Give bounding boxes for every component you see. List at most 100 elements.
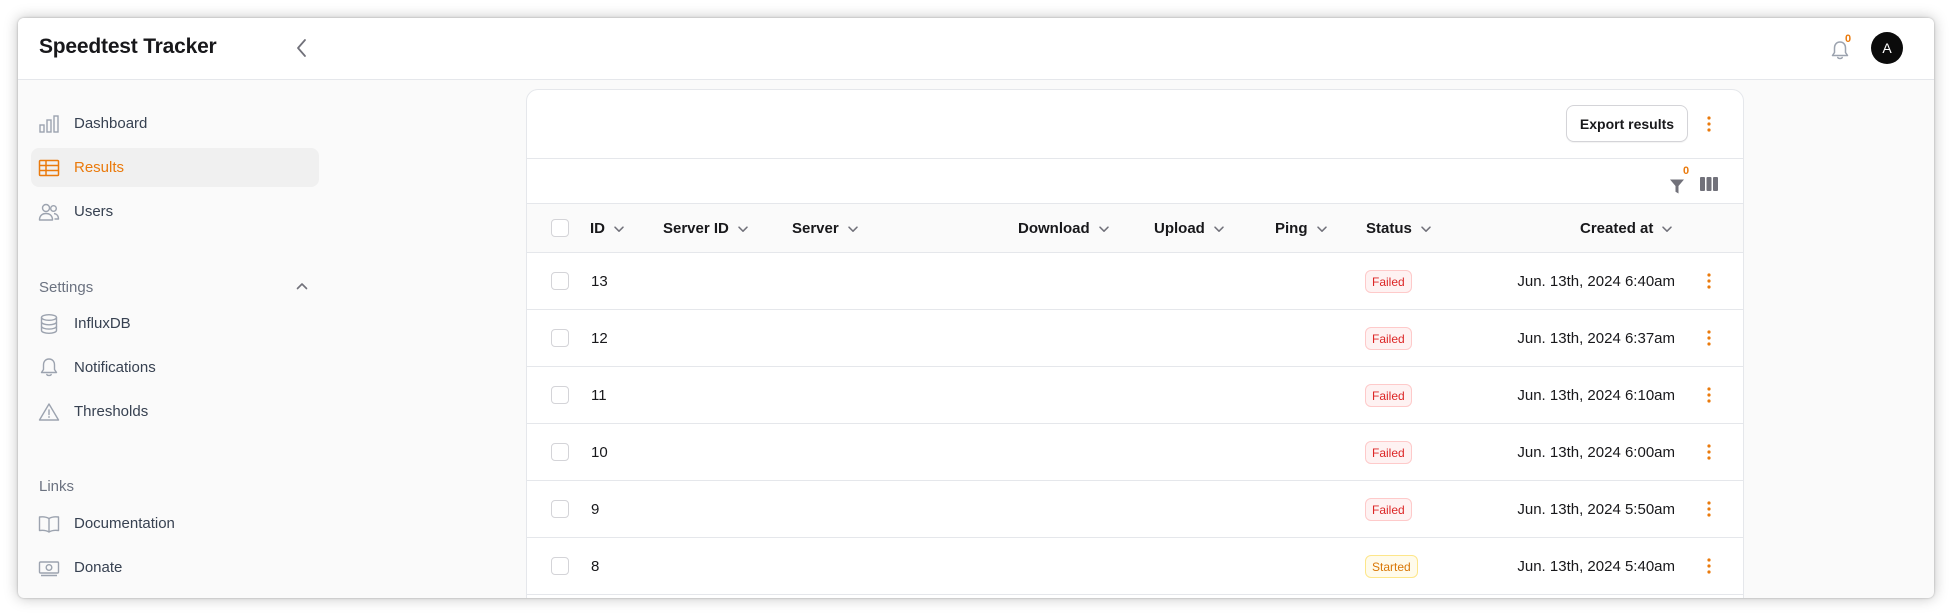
toggle-columns-button[interactable] <box>1699 175 1721 195</box>
chevron-down-icon <box>847 223 859 235</box>
sidebar-item-label: Results <box>74 159 125 176</box>
sidebar-item-label: Documentation <box>74 515 175 532</box>
row-actions-button[interactable] <box>1697 267 1721 295</box>
sidebar-item-influxdb[interactable]: InfluxDB <box>31 304 319 343</box>
cell-id: 13 <box>591 272 608 290</box>
table-row[interactable]: 9 Failed Jun. 13th, 2024 5:50am <box>527 481 1743 538</box>
top-bar: Speedtest Tracker 0 A <box>18 18 1934 80</box>
settings-group-header[interactable]: Settings <box>39 275 319 299</box>
more-vertical-icon <box>1707 444 1711 460</box>
database-icon <box>38 313 60 335</box>
cell-id: 10 <box>591 443 608 461</box>
filter-button[interactable]: 0 <box>1663 165 1693 199</box>
sidebar-item-documentation[interactable]: Documentation <box>31 504 319 543</box>
column-header-id[interactable]: ID <box>590 204 625 253</box>
table-row[interactable]: 10 Failed Jun. 13th, 2024 6:00am <box>527 424 1743 481</box>
table-header-row: ID Server ID Server Download Upload Ping <box>527 204 1743 253</box>
columns-icon <box>1700 177 1718 191</box>
row-checkbox[interactable] <box>551 329 569 347</box>
status-badge: Failed <box>1365 327 1412 350</box>
status-badge: Started <box>1365 555 1418 578</box>
sidebar-item-label: Donate <box>74 559 123 576</box>
cell-created-at: Jun. 13th, 2024 6:10am <box>1517 386 1675 404</box>
cell-created-at: Jun. 13th, 2024 6:40am <box>1517 272 1675 290</box>
warning-icon <box>38 401 60 423</box>
status-badge: Failed <box>1365 498 1412 521</box>
status-badge: Failed <box>1365 384 1412 407</box>
status-badge: Failed <box>1365 441 1412 464</box>
more-actions-button[interactable] <box>1697 110 1721 138</box>
chevron-down-icon <box>1316 223 1328 235</box>
chevron-down-icon <box>1420 223 1432 235</box>
table-header-actions: Export results <box>527 90 1743 159</box>
notifications-button[interactable]: 0 <box>1826 33 1856 65</box>
row-actions-button[interactable] <box>1697 381 1721 409</box>
table-row[interactable]: 8 Started Jun. 13th, 2024 5:40am <box>527 538 1743 595</box>
row-checkbox[interactable] <box>551 557 569 575</box>
more-vertical-icon <box>1707 387 1711 403</box>
sidebar-item-thresholds[interactable]: Thresholds <box>31 392 319 431</box>
table-toolbar: 0 <box>527 159 1743 204</box>
results-table-panel: Export results 0 ID Server ID Server Dow… <box>526 89 1744 598</box>
cell-id: 9 <box>591 500 600 518</box>
sidebar-item-dashboard[interactable]: Dashboard <box>31 104 319 143</box>
row-checkbox[interactable] <box>551 443 569 461</box>
chevron-up-icon[interactable] <box>295 279 309 297</box>
row-actions-button[interactable] <box>1697 495 1721 523</box>
sidebar-item-donate[interactable]: Donate <box>31 548 319 587</box>
sidebar-item-results[interactable]: Results <box>31 148 319 187</box>
sidebar-item-notifications[interactable]: Notifications <box>31 348 319 387</box>
row-actions-button[interactable] <box>1697 324 1721 352</box>
bell-icon <box>38 357 60 379</box>
more-vertical-icon <box>1707 330 1711 346</box>
sidebar-item-label: InfluxDB <box>74 315 131 332</box>
cell-id: 8 <box>591 557 600 575</box>
row-checkbox[interactable] <box>551 272 569 290</box>
row-actions-button[interactable] <box>1697 552 1721 580</box>
cell-created-at: Jun. 13th, 2024 6:37am <box>1517 329 1675 347</box>
column-header-download[interactable]: Download <box>1018 204 1110 253</box>
avatar[interactable]: A <box>1871 32 1903 64</box>
column-header-created-at[interactable]: Created at <box>1580 204 1673 253</box>
column-header-ping[interactable]: Ping <box>1275 204 1328 253</box>
chevron-down-icon <box>1213 223 1225 235</box>
more-vertical-icon <box>1707 558 1711 574</box>
column-header-upload[interactable]: Upload <box>1154 204 1225 253</box>
row-checkbox[interactable] <box>551 500 569 518</box>
column-header-status[interactable]: Status <box>1366 204 1432 253</box>
column-header-server-id[interactable]: Server ID <box>663 204 749 253</box>
column-header-server[interactable]: Server <box>792 204 859 253</box>
chevron-left-icon <box>297 39 306 57</box>
cell-created-at: Jun. 13th, 2024 6:00am <box>1517 443 1675 461</box>
row-actions-button[interactable] <box>1697 438 1721 466</box>
settings-group-title: Settings <box>39 278 94 296</box>
sidebar-item-users[interactable]: Users <box>31 192 319 231</box>
cell-id: 12 <box>591 329 608 347</box>
users-icon <box>38 201 60 223</box>
cell-id: 11 <box>591 386 607 404</box>
table-icon <box>38 157 60 179</box>
table-row[interactable]: 13 Failed Jun. 13th, 2024 6:40am <box>527 253 1743 310</box>
collapse-sidebar-button[interactable] <box>288 34 316 62</box>
book-icon <box>38 513 60 535</box>
notifications-count: 0 <box>1845 33 1852 45</box>
more-vertical-icon <box>1707 273 1711 289</box>
bar-chart-icon <box>38 113 60 135</box>
chevron-down-icon <box>1098 223 1110 235</box>
more-vertical-icon <box>1707 116 1711 132</box>
links-group-title: Links <box>39 477 75 495</box>
table-row[interactable]: 12 Failed Jun. 13th, 2024 6:37am <box>527 310 1743 367</box>
sidebar-item-label: Notifications <box>74 359 156 376</box>
filter-icon <box>1670 179 1684 194</box>
banknote-icon <box>38 557 60 579</box>
table-row[interactable]: 11 Failed Jun. 13th, 2024 6:10am <box>527 367 1743 424</box>
row-checkbox[interactable] <box>551 386 569 404</box>
sidebar-item-label: Dashboard <box>74 115 148 132</box>
sidebar-item-label: Users <box>74 203 114 220</box>
cell-created-at: Jun. 13th, 2024 5:50am <box>1517 500 1675 518</box>
export-results-button[interactable]: Export results <box>1566 105 1688 142</box>
sidebar: Dashboard Results Users Settings InfluxD… <box>18 80 338 598</box>
select-all-checkbox[interactable] <box>551 219 569 237</box>
more-vertical-icon <box>1707 501 1711 517</box>
filter-count: 0 <box>1683 165 1690 177</box>
